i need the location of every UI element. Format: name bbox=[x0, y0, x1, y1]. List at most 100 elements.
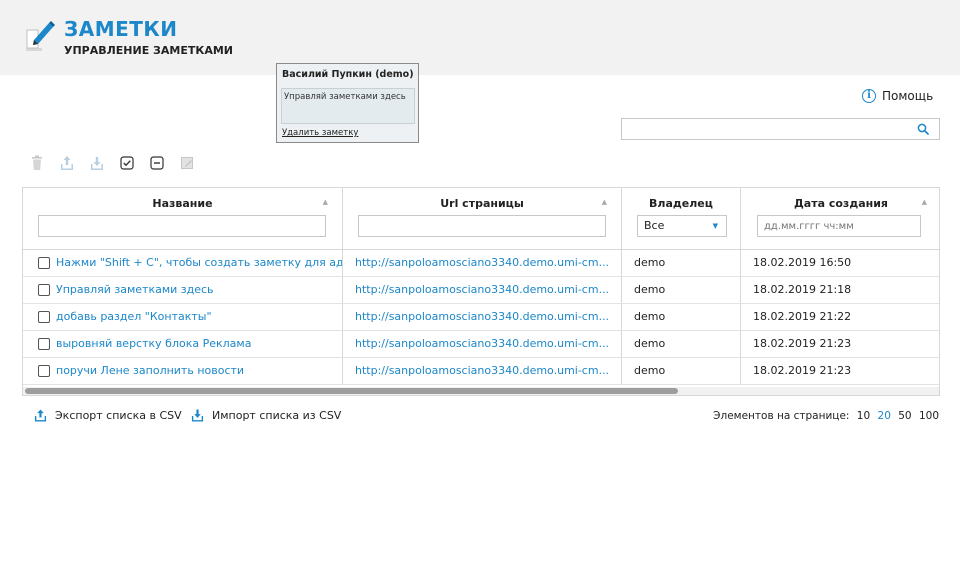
uncheck-icon[interactable] bbox=[150, 155, 164, 171]
owner-filter-value: Все bbox=[644, 219, 665, 232]
page-size-selector: Элементов на странице: 10 20 50 100 bbox=[713, 410, 939, 422]
date-value: 18.02.2019 21:22 bbox=[753, 310, 852, 323]
owner-value: demo bbox=[634, 337, 666, 350]
url-cell: http://sanpoloamosciano3340.demo.umi-cm.… bbox=[343, 358, 622, 384]
trash-icon[interactable] bbox=[30, 155, 44, 171]
note-popup-author: Василий Пупкин (demo) bbox=[282, 69, 414, 80]
table-row[interactable]: добавь раздел "Контакты" http://sanpoloa… bbox=[23, 304, 939, 331]
page-url-link[interactable]: http://sanpoloamosciano3340.demo.umi-cm.… bbox=[343, 364, 609, 377]
page-size-label: Элементов на странице: bbox=[713, 410, 850, 422]
import-csv-label: Импорт списка из CSV bbox=[212, 409, 342, 422]
date-cell: 18.02.2019 21:22 bbox=[741, 304, 939, 330]
url-cell: http://sanpoloamosciano3340.demo.umi-cm.… bbox=[343, 250, 622, 276]
table-row[interactable]: выровняй верстку блока Реклама http://sa… bbox=[23, 331, 939, 358]
column-title: Url страницы bbox=[440, 197, 524, 210]
date-cell: 18.02.2019 21:18 bbox=[741, 277, 939, 303]
owner-value: demo bbox=[634, 364, 666, 377]
row-checkbox[interactable] bbox=[38, 365, 50, 377]
import-icon bbox=[191, 409, 204, 422]
column-title: Владелец bbox=[649, 197, 713, 210]
notes-table: Название ▲ Url страницы ▲ Владелец Все ▼… bbox=[22, 187, 940, 396]
owner-value: demo bbox=[634, 310, 666, 323]
note-name-link[interactable]: Управляй заметками здесь bbox=[56, 277, 214, 303]
date-cell: 18.02.2019 21:23 bbox=[741, 331, 939, 357]
edit-icon[interactable] bbox=[180, 155, 194, 171]
column-header-name[interactable]: Название ▲ bbox=[23, 188, 343, 249]
name-cell: добавь раздел "Контакты" bbox=[23, 304, 343, 330]
horizontal-scrollbar[interactable] bbox=[23, 387, 939, 395]
url-cell: http://sanpoloamosciano3340.demo.umi-cm.… bbox=[343, 277, 622, 303]
note-name-link[interactable]: поручи Лене заполнить новости bbox=[56, 358, 244, 384]
note-name-link[interactable]: Нажми "Shift + C", чтобы создать заметку… bbox=[56, 250, 342, 276]
column-header-date[interactable]: Дата создания ▲ bbox=[741, 188, 939, 249]
search-icon[interactable] bbox=[917, 123, 929, 135]
note-popup-text[interactable]: Управляй заметками здесь bbox=[281, 88, 415, 124]
table-row[interactable]: Нажми "Shift + C", чтобы создать заметку… bbox=[23, 250, 939, 277]
url-cell: http://sanpoloamosciano3340.demo.umi-cm.… bbox=[343, 331, 622, 357]
name-cell: Управляй заметками здесь bbox=[23, 277, 343, 303]
page-subtitle: УПРАВЛЕНИЕ ЗАМЕТКАМИ bbox=[64, 44, 234, 57]
search-input[interactable] bbox=[621, 118, 940, 140]
page-size-option-active[interactable]: 20 bbox=[878, 410, 891, 422]
owner-cell: demo bbox=[622, 331, 741, 357]
app-header: ЗАМЕТКИ УПРАВЛЕНИЕ ЗАМЕТКАМИ bbox=[0, 0, 960, 75]
sort-arrow-icon[interactable]: ▲ bbox=[922, 198, 927, 206]
name-cell: Нажми "Shift + C", чтобы создать заметку… bbox=[23, 250, 343, 276]
owner-cell: demo bbox=[622, 358, 741, 384]
owner-value: demo bbox=[634, 283, 666, 296]
owner-cell: demo bbox=[622, 277, 741, 303]
note-name-link[interactable]: добавь раздел "Контакты" bbox=[56, 304, 212, 330]
check-all-icon[interactable] bbox=[120, 155, 134, 171]
date-filter-input[interactable] bbox=[757, 215, 921, 237]
owner-value: demo bbox=[634, 256, 666, 269]
row-checkbox[interactable] bbox=[38, 257, 50, 269]
date-value: 18.02.2019 21:23 bbox=[753, 364, 852, 377]
page-url-link[interactable]: http://sanpoloamosciano3340.demo.umi-cm.… bbox=[343, 337, 609, 350]
owner-cell: demo bbox=[622, 304, 741, 330]
date-value: 18.02.2019 21:18 bbox=[753, 283, 852, 296]
page-size-option[interactable]: 100 bbox=[919, 410, 939, 422]
date-cell: 18.02.2019 16:50 bbox=[741, 250, 939, 276]
delete-note-link[interactable]: Удалить заметку bbox=[282, 128, 358, 138]
owner-cell: demo bbox=[622, 250, 741, 276]
help-label: Помощь bbox=[882, 89, 934, 103]
export-icon[interactable] bbox=[60, 155, 74, 171]
column-header-owner[interactable]: Владелец Все ▼ bbox=[622, 188, 741, 249]
column-title: Название bbox=[152, 197, 213, 210]
page-title: ЗАМЕТКИ bbox=[64, 17, 178, 41]
row-checkbox[interactable] bbox=[38, 311, 50, 323]
date-cell: 18.02.2019 21:23 bbox=[741, 358, 939, 384]
page-url-link[interactable]: http://sanpoloamosciano3340.demo.umi-cm.… bbox=[343, 283, 609, 296]
page-url-link[interactable]: http://sanpoloamosciano3340.demo.umi-cm.… bbox=[343, 310, 609, 323]
import-icon[interactable] bbox=[90, 155, 104, 171]
note-popup[interactable]: Василий Пупкин (demo) Управляй заметками… bbox=[276, 63, 419, 143]
name-cell: поручи Лене заполнить новости bbox=[23, 358, 343, 384]
name-cell: выровняй верстку блока Реклама bbox=[23, 331, 343, 357]
note-name-link[interactable]: выровняй верстку блока Реклама bbox=[56, 331, 251, 357]
info-icon: i bbox=[862, 89, 876, 103]
help-link[interactable]: i Помощь bbox=[862, 89, 933, 103]
pencil-note-icon bbox=[26, 21, 55, 51]
page-size-option[interactable]: 50 bbox=[898, 410, 911, 422]
name-filter-input[interactable] bbox=[38, 215, 326, 237]
export-csv-label: Экспорт списка в CSV bbox=[55, 409, 182, 422]
table-row[interactable]: поручи Лене заполнить новости http://san… bbox=[23, 358, 939, 385]
sort-arrow-icon[interactable]: ▲ bbox=[602, 198, 607, 206]
row-checkbox[interactable] bbox=[38, 338, 50, 350]
url-cell: http://sanpoloamosciano3340.demo.umi-cm.… bbox=[343, 304, 622, 330]
date-value: 18.02.2019 16:50 bbox=[753, 256, 852, 269]
scrollbar-thumb[interactable] bbox=[25, 388, 678, 394]
table-row[interactable]: Управляй заметками здесь http://sanpoloa… bbox=[23, 277, 939, 304]
page-size-option[interactable]: 10 bbox=[857, 410, 870, 422]
column-header-url[interactable]: Url страницы ▲ bbox=[343, 188, 622, 249]
url-filter-input[interactable] bbox=[358, 215, 606, 237]
owner-filter-select[interactable]: Все ▼ bbox=[637, 215, 727, 237]
sort-arrow-icon[interactable]: ▲ bbox=[323, 198, 328, 206]
import-csv-link[interactable]: Импорт списка из CSV bbox=[191, 409, 341, 422]
page-url-link[interactable]: http://sanpoloamosciano3340.demo.umi-cm.… bbox=[343, 256, 609, 269]
date-value: 18.02.2019 21:23 bbox=[753, 337, 852, 350]
export-csv-link[interactable]: Экспорт списка в CSV bbox=[34, 409, 182, 422]
export-icon bbox=[34, 409, 47, 422]
row-checkbox[interactable] bbox=[38, 284, 50, 296]
column-title: Дата создания bbox=[794, 197, 888, 210]
